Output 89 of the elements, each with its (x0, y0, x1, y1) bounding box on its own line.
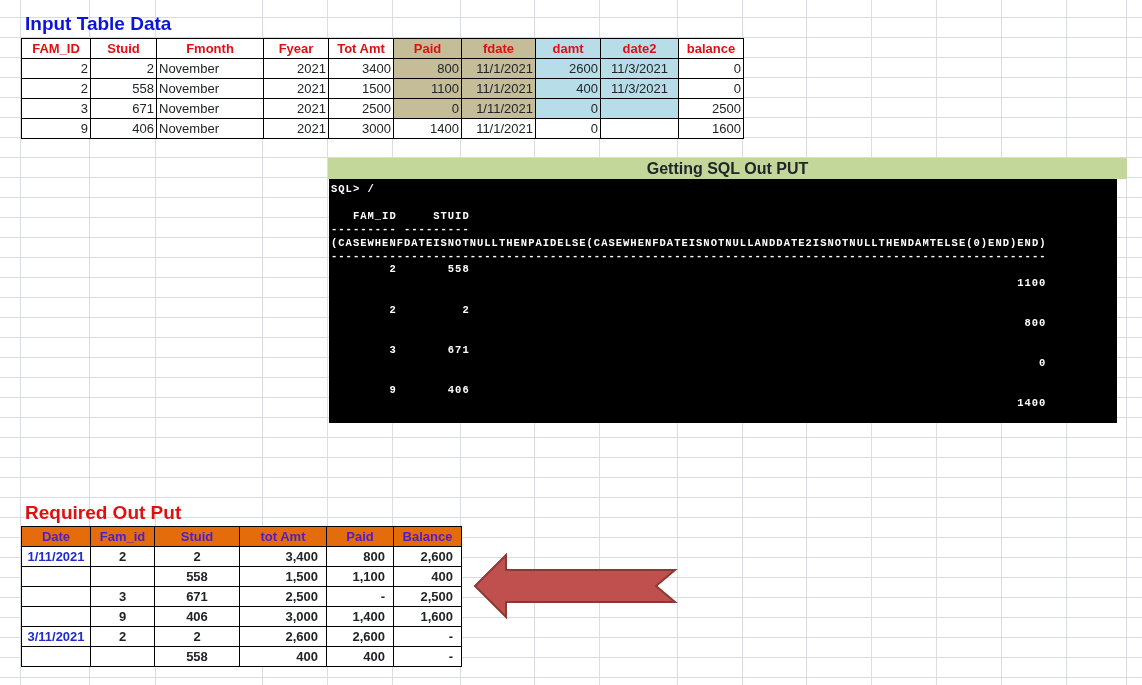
table-cell: 1400 (393, 118, 462, 139)
table-cell: 2,600 (239, 626, 327, 647)
sheet-title: Input Table Data (25, 12, 173, 36)
table-cell: 2021 (263, 118, 329, 139)
table-cell: 3/11/2021 (21, 626, 91, 647)
result-value: 1400 (1017, 397, 1047, 411)
result-value: 1100 (1017, 276, 1047, 291)
column-header: FAM_ID (21, 38, 91, 59)
column-header: Fyear (263, 38, 329, 59)
section-header: Getting SQL Out PUT (328, 158, 1127, 179)
table-cell: 9 (21, 118, 91, 139)
table-cell: 2 (90, 546, 155, 567)
table-cell: 3,400 (239, 546, 327, 567)
column-header: Balance (393, 526, 462, 547)
table-cell: 9 (90, 606, 155, 627)
column-header: fdate (461, 38, 536, 59)
table-cell: 1,400 (326, 606, 394, 627)
column-header: balance (678, 38, 744, 59)
column-header: tot Amt (239, 526, 327, 547)
table-cell: 2021 (263, 58, 329, 79)
table-cell: 558 (154, 566, 240, 587)
table-cell: 2 (90, 626, 155, 647)
column-header: Stuid (154, 526, 240, 547)
column-header: Tot Amt (328, 38, 394, 59)
column-header: Paid (326, 526, 394, 547)
table-cell: 1600 (678, 118, 744, 139)
table-cell: 2 (154, 626, 240, 647)
table-cell: 1500 (328, 78, 394, 99)
header-rule: --------- --------- (331, 223, 470, 237)
result-value: 800 (1024, 316, 1047, 331)
table-cell: 2500 (328, 98, 394, 119)
table-cell: 2021 (263, 98, 329, 119)
table-cell: - (326, 586, 394, 607)
table-cell: 2,600 (326, 626, 394, 647)
expression-rule: -------------------------------------------------------------------------------------------------- (331, 249, 1047, 264)
table-cell: 3 (90, 586, 155, 607)
table-cell: 2 (21, 58, 91, 79)
table-cell: - (393, 626, 462, 647)
table-cell: November (156, 58, 264, 79)
table-cell: 11/1/2021 (461, 118, 536, 139)
table-cell: 800 (326, 546, 394, 567)
table-cell: 1,100 (326, 566, 394, 587)
table-cell: 2021 (263, 78, 329, 99)
table-cell: 400 (239, 646, 327, 667)
result-value: 0 (1039, 357, 1047, 371)
table-cell: 0 (678, 58, 744, 79)
table-cell: November (156, 98, 264, 119)
table-cell: 1/11/2021 (21, 546, 91, 567)
table-cell: 2,600 (393, 546, 462, 567)
table-cell: 400 (393, 566, 462, 587)
column-header: Fmonth (156, 38, 264, 59)
table-cell: 1,600 (393, 606, 462, 627)
table-cell: 2,500 (393, 586, 462, 607)
table-cell: 2,500 (239, 586, 327, 607)
table-cell: November (156, 78, 264, 99)
table-cell: November (156, 118, 264, 139)
table-cell: 3400 (328, 58, 394, 79)
table-cell: 558 (154, 646, 240, 667)
table-cell: 2 (90, 58, 157, 79)
table-cell: 671 (154, 586, 240, 607)
table-cell: 0 (678, 78, 744, 99)
expression-header: (CASEWHENFDATEISNOTNULLTHENPAIDELSE(CASEWHENFDATEISNOTNULLANDDATE2ISNOTNULLTHENDAMTELSE(0)END)END) (331, 236, 1047, 250)
column-header: Fam_id (90, 526, 155, 547)
table-cell: 671 (90, 98, 157, 119)
table-cell: 2 (21, 78, 91, 99)
table-cell: 400 (326, 646, 394, 667)
result-row-text: 2 558 (388, 263, 470, 277)
result-row-text: 3 671 (388, 343, 470, 358)
command-prompt: SQL> / (331, 183, 375, 197)
table-cell: 3 (21, 98, 91, 119)
column-header: Paid (393, 38, 462, 59)
result-row-text: 9 406 (388, 383, 470, 398)
column-headers: FAM_ID STUID (351, 209, 470, 224)
column-header: Date (21, 526, 91, 547)
column-header: date2 (600, 38, 679, 59)
table-cell: - (393, 646, 462, 667)
column-header: damt (535, 38, 601, 59)
table-cell: 2 (154, 546, 240, 567)
table-cell: 2500 (678, 98, 744, 119)
table-cell: 558 (90, 78, 157, 99)
table-cell: 406 (90, 118, 157, 139)
table-cell: 406 (154, 606, 240, 627)
result-row-text: 2 2 (388, 303, 470, 317)
section-title: Required Out Put (25, 502, 183, 525)
table-cell: 0 (535, 118, 601, 139)
table-cell: 1,500 (239, 566, 327, 587)
table-cell: 3,000 (239, 606, 327, 627)
column-header: Stuid (90, 38, 157, 59)
table-cell: 3000 (328, 118, 394, 139)
